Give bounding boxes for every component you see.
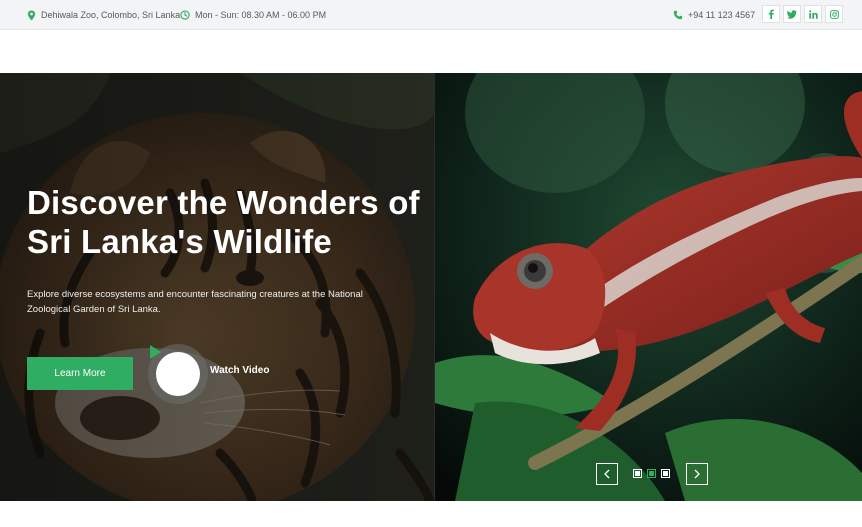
phone-icon <box>673 10 683 20</box>
play-video-button[interactable] <box>148 344 208 404</box>
facebook-icon[interactable] <box>762 5 780 23</box>
chevron-left-icon <box>604 469 610 479</box>
watch-video-link[interactable]: Watch Video <box>210 365 269 376</box>
location-text: Dehiwala Zoo, Colombo, Sri Lanka <box>41 10 181 20</box>
learn-more-button[interactable]: Learn More <box>27 357 133 390</box>
slider-next-button[interactable] <box>686 463 708 485</box>
slider-dot-3[interactable] <box>661 469 670 478</box>
hero-slider: Discover the Wonders of Sri Lanka's Wild… <box>0 73 862 501</box>
twitter-icon[interactable] <box>783 5 801 23</box>
map-pin-icon <box>27 10 36 20</box>
slider-prev-button[interactable] <box>596 463 618 485</box>
header-area <box>0 30 862 73</box>
slider-dot-1[interactable] <box>633 469 642 478</box>
hero-title: Discover the Wonders of Sri Lanka's Wild… <box>27 184 420 260</box>
top-info-bar: Dehiwala Zoo, Colombo, Sri Lanka Mon - S… <box>0 0 862 30</box>
location-info: Dehiwala Zoo, Colombo, Sri Lanka <box>27 0 180 30</box>
phone-text: +94 11 123 4567 <box>688 10 756 20</box>
hero-right-panel <box>435 73 862 501</box>
play-icon <box>150 345 161 359</box>
hours-text: Mon - Sun: 08.30 AM - 06.00 PM <box>195 10 327 20</box>
phone-info[interactable]: +94 11 123 4567 <box>673 0 755 30</box>
social-links <box>762 5 843 23</box>
slider-dots <box>633 469 670 478</box>
clock-icon <box>180 10 190 20</box>
hero-left-panel: Discover the Wonders of Sri Lanka's Wild… <box>0 73 434 501</box>
chameleon-image <box>435 73 862 501</box>
slider-dot-2[interactable] <box>647 469 656 478</box>
play-circle <box>150 345 200 396</box>
chevron-right-icon <box>694 469 700 479</box>
hero-description: Explore diverse ecosystems and encounter… <box>27 289 363 315</box>
instagram-icon[interactable] <box>825 5 843 23</box>
hours-info: Mon - Sun: 08.30 AM - 06.00 PM <box>180 0 326 30</box>
linkedin-icon[interactable] <box>804 5 822 23</box>
